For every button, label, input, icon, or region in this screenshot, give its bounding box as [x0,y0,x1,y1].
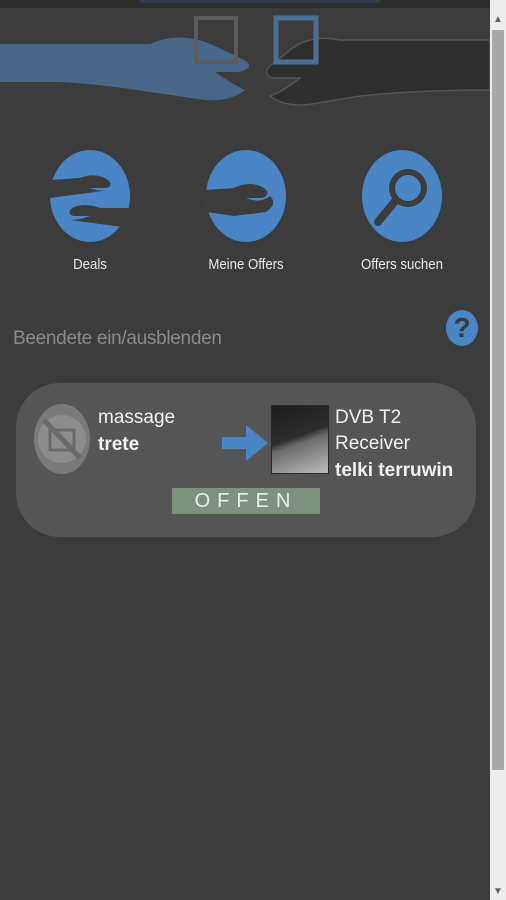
toggle-finished-link[interactable]: Beendete ein/ausblenden [13,328,222,350]
nav-search-offers[interactable]: Offers suchen [342,150,462,273]
help-icon[interactable]: ? [446,310,478,346]
app-window: Deals Meine Offers Offers suchen Beendet… [0,0,490,900]
help-glyph: ? [453,312,471,343]
target-title-line2: Receiver [335,433,410,454]
nav-my-offers-label: Meine Offers [208,256,284,273]
vertical-scrollbar[interactable]: ▲ ▼ [490,0,506,900]
offer-title: massage [98,407,176,428]
offer-user: trete [98,434,140,455]
magnifier-icon [362,150,442,242]
target-user: telki terruwin [335,460,454,481]
nav-search-offers-label: Offers suchen [361,256,443,273]
scroll-up-button[interactable]: ▲ [490,12,506,28]
hand-offer-icon [206,150,286,242]
hands-exchange-icon [0,15,490,106]
target-title-line1: DVB T2 [335,407,402,428]
target-thumbnail [271,405,329,474]
main-navigation: Deals Meine Offers Offers suchen [0,150,490,290]
status-badge: OFFEN [172,488,320,514]
hands-deal-icon [50,150,130,242]
nav-deals[interactable]: Deals [30,150,150,273]
scroll-down-button[interactable]: ▼ [490,884,506,900]
scroll-thumb[interactable] [492,30,504,770]
nav-deals-label: Deals [73,256,107,273]
no-image-icon [34,404,90,474]
nav-my-offers[interactable]: Meine Offers [186,150,306,273]
arrow-right-icon [222,425,268,461]
deal-card[interactable]: massage trete DVB T2 Receiver telki terr… [16,383,476,537]
